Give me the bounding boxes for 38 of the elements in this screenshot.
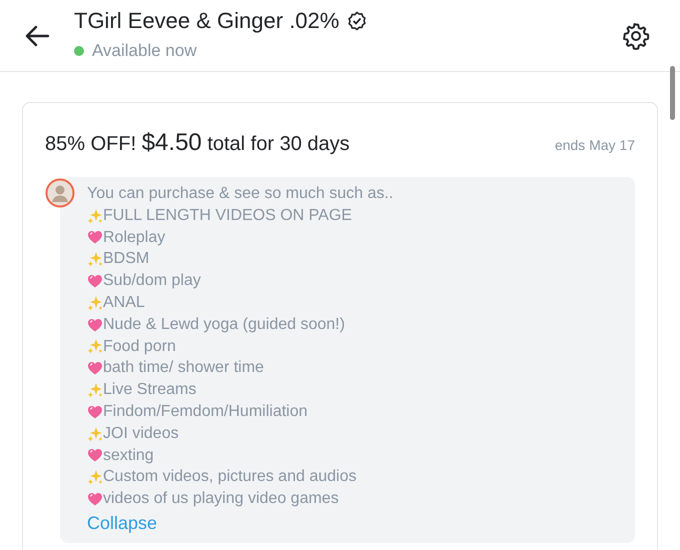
list-item-text: Food porn [103, 336, 176, 357]
list-item-text: Findom/Femdom/Humiliation [103, 402, 308, 422]
list-item-text: JOI videos [103, 424, 179, 444]
heart-icon [87, 229, 103, 246]
back-icon[interactable] [24, 24, 50, 46]
settings-icon[interactable] [622, 22, 650, 50]
list-item-text: Custom videos, pictures and audios [103, 467, 356, 488]
list-item-text: ANAL [103, 292, 145, 313]
list-item-text: FULL LENGTH VIDEOS ON PAGE [103, 206, 352, 226]
sparkles-icon [87, 208, 103, 224]
sparkles-icon [87, 426, 103, 442]
heart-icon [87, 404, 103, 420]
chat-title: TGirl Eevee & Ginger .02% [74, 8, 340, 34]
heart-icon [87, 316, 103, 333]
heart-icon [87, 491, 103, 508]
message-text: You can purchase & see so much such as.. [87, 184, 394, 204]
heart-icon [87, 360, 103, 376]
heart-icon [87, 273, 103, 290]
list-item-text: bath time/ shower time [103, 358, 264, 378]
scrollbar-thumb[interactable] [670, 66, 675, 120]
offer-end-date: ends May 17 [554, 136, 635, 155]
list-item-text: BDSM [103, 249, 150, 270]
list-item-text: Roleplay [103, 228, 166, 248]
list-item-text: videos of us playing video games [103, 489, 339, 510]
sparkles-icon [87, 382, 103, 398]
list-item-text: Live Streams [103, 380, 196, 400]
list-item-text: sexting [103, 446, 154, 466]
collapse-link[interactable]: Collapse [87, 510, 158, 536]
sparkles-icon [87, 338, 103, 354]
heart-icon [87, 447, 103, 464]
status-text: Available now [92, 40, 197, 62]
sparkles-icon [87, 251, 103, 268]
sparkles-icon [87, 469, 103, 486]
list-item-text: Nude & Lewd yoga (guided soon!) [103, 314, 345, 335]
verified-icon [347, 10, 368, 31]
sparkles-icon [87, 294, 103, 311]
offer-title: 85% OFF! $4.50 total for 30 days [45, 128, 350, 158]
list-item-text: Sub/dom play [103, 271, 201, 292]
